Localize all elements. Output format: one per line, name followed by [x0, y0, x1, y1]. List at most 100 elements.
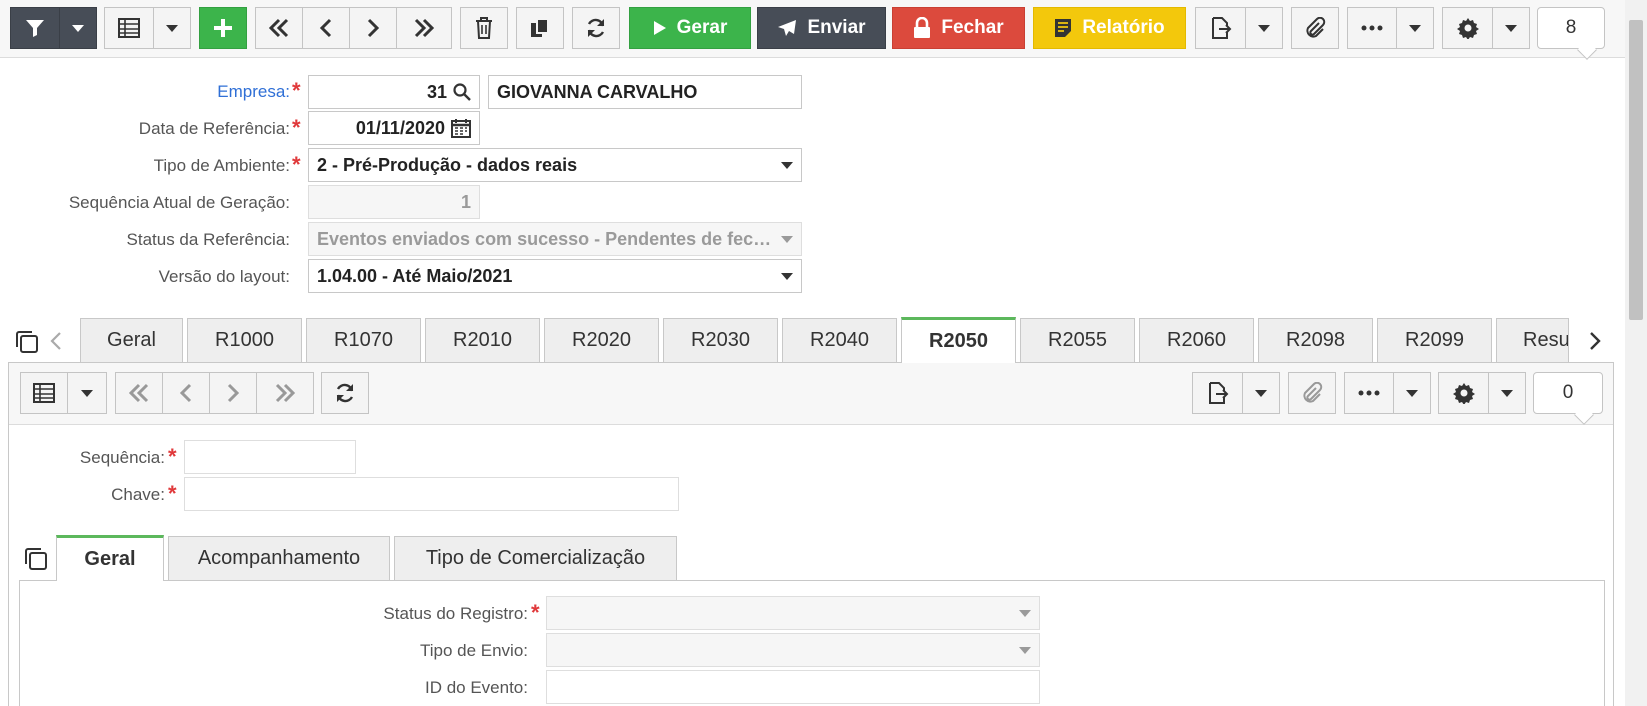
status-registro-select[interactable] [546, 596, 1040, 630]
sub-grid-view-button[interactable] [20, 372, 68, 414]
tab-geral[interactable]: Geral [80, 318, 183, 362]
attach-icon [1304, 17, 1326, 39]
tab-r2055[interactable]: R2055 [1020, 318, 1135, 362]
more-icon [1358, 390, 1380, 396]
tab-r2060[interactable]: R2060 [1139, 318, 1254, 362]
subtab-geral[interactable]: Geral [56, 535, 164, 581]
empresa-label[interactable]: Empresa: [40, 82, 290, 102]
filter-button[interactable] [10, 7, 60, 49]
fechar-label: Fechar [941, 17, 1004, 38]
sequencia-atual-value: 1 [460, 191, 471, 212]
tab-r2010[interactable]: R2010 [425, 318, 540, 362]
scrollbar-thumb[interactable] [1629, 20, 1643, 320]
tab-r2099[interactable]: R2099 [1377, 318, 1492, 362]
page-scrollbar[interactable] [1625, 0, 1647, 706]
tab-r1000[interactable]: R1000 [187, 318, 302, 362]
chevron-down-icon [81, 389, 93, 397]
sub-attach-button[interactable] [1288, 372, 1336, 414]
subtab-acompanhamento[interactable]: Acompanhamento [168, 536, 390, 580]
data-referencia-label: Data de Referência: [138, 119, 290, 138]
gear-icon [1456, 17, 1479, 39]
tab-resumo[interactable]: Resu [1496, 318, 1569, 362]
tab-label: R2030 [691, 329, 750, 351]
sub-first-record-button[interactable] [115, 372, 163, 414]
required-marker: * [292, 115, 301, 140]
sub-more-dropdown-button[interactable] [1393, 372, 1431, 414]
next-record-button[interactable] [349, 7, 397, 49]
tipo-envio-select[interactable] [546, 633, 1040, 667]
empresa-code-value: 31 [426, 81, 447, 102]
grid-view-button[interactable] [104, 7, 154, 49]
sub-grid-dropdown-button[interactable] [67, 372, 107, 414]
sub-refresh-button[interactable] [321, 372, 369, 414]
search-icon[interactable] [453, 83, 471, 101]
next-icon [226, 383, 240, 403]
gerar-button[interactable]: Gerar [629, 7, 751, 49]
duplicate-button[interactable] [516, 7, 564, 49]
chevron-down-icon [1505, 24, 1517, 32]
tabs-scroll-left-icon[interactable] [50, 332, 62, 350]
id-evento-input[interactable] [546, 670, 1040, 704]
copy-subtab-icon[interactable] [24, 547, 48, 571]
relatorio-button[interactable]: Relatório [1033, 7, 1186, 49]
enviar-button[interactable]: Enviar [757, 7, 886, 49]
export-icon [1210, 17, 1232, 39]
subtab-label: Tipo de Comercialização [425, 547, 646, 569]
sub-settings-dropdown-button[interactable] [1488, 372, 1526, 414]
export-dropdown-button[interactable] [1245, 7, 1283, 49]
calendar-icon[interactable] [451, 118, 471, 138]
sequencia-input[interactable] [184, 440, 356, 474]
data-referencia-field[interactable]: 01/11/2020 [308, 111, 480, 145]
versao-layout-label: Versão do layout: [158, 267, 290, 286]
chevron-down-icon [72, 24, 84, 32]
chave-input[interactable] [184, 477, 679, 511]
subtab-tipo-comercializacao[interactable]: Tipo de Comercialização [394, 536, 677, 580]
copy-tab-icon[interactable] [15, 330, 39, 354]
previous-record-button[interactable] [302, 7, 350, 49]
sub-previous-record-button[interactable] [162, 372, 210, 414]
grid-icon [118, 18, 140, 38]
tab-r2040[interactable]: R2040 [782, 318, 897, 362]
status-referencia-value: Eventos enviados com sucesso - Pendentes… [317, 228, 775, 249]
refresh-button[interactable] [572, 7, 620, 49]
sub-more-button[interactable] [1344, 372, 1394, 414]
tipo-ambiente-value: 2 - Pré-Produção - dados reais [317, 154, 578, 175]
more-dropdown-button[interactable] [1396, 7, 1434, 49]
tab-r1070[interactable]: R1070 [306, 318, 421, 362]
sub-settings-button[interactable] [1438, 372, 1489, 414]
attach-button[interactable] [1291, 7, 1339, 49]
chevron-down-icon [781, 272, 793, 280]
tab-r2098[interactable]: R2098 [1258, 318, 1373, 362]
main-toolbar: Gerar Enviar Fechar Relatório 8 [0, 0, 1647, 60]
tipo-ambiente-select[interactable]: 2 - Pré-Produção - dados reais [308, 148, 802, 182]
grid-dropdown-button[interactable] [153, 7, 191, 49]
export-button[interactable] [1195, 7, 1246, 49]
delete-button[interactable] [460, 7, 508, 49]
tab-label: R1070 [334, 329, 393, 351]
add-button[interactable] [199, 7, 247, 49]
versao-layout-select[interactable]: 1.04.00 - Até Maio/2021 [308, 259, 802, 293]
settings-button[interactable] [1442, 7, 1493, 49]
chave-label: Chave: [111, 485, 165, 504]
refresh-icon [585, 17, 607, 39]
sub-export-dropdown-button[interactable] [1242, 372, 1280, 414]
fechar-button[interactable]: Fechar [892, 7, 1025, 49]
tab-r2050[interactable]: R2050 [901, 317, 1016, 363]
sub-last-record-button[interactable] [256, 372, 314, 414]
more-icon [1361, 25, 1383, 31]
tab-r2030[interactable]: R2030 [663, 318, 778, 362]
empresa-name-field[interactable]: GIOVANNA CARVALHO [488, 75, 802, 109]
tabs-scroll-right-icon[interactable] [1589, 332, 1601, 350]
empresa-code-field[interactable]: 31 [308, 75, 480, 109]
tab-r2020[interactable]: R2020 [544, 318, 659, 362]
sub-export-button[interactable] [1192, 372, 1243, 414]
sub-next-record-button[interactable] [209, 372, 257, 414]
subtab-label: Geral [84, 548, 136, 570]
first-record-button[interactable] [255, 7, 303, 49]
settings-dropdown-button[interactable] [1492, 7, 1530, 49]
more-button[interactable] [1347, 7, 1397, 49]
last-record-button[interactable] [396, 7, 452, 49]
tab-label: Resu [1523, 329, 1569, 351]
prev-icon [179, 383, 193, 403]
filter-dropdown-button[interactable] [59, 7, 97, 49]
